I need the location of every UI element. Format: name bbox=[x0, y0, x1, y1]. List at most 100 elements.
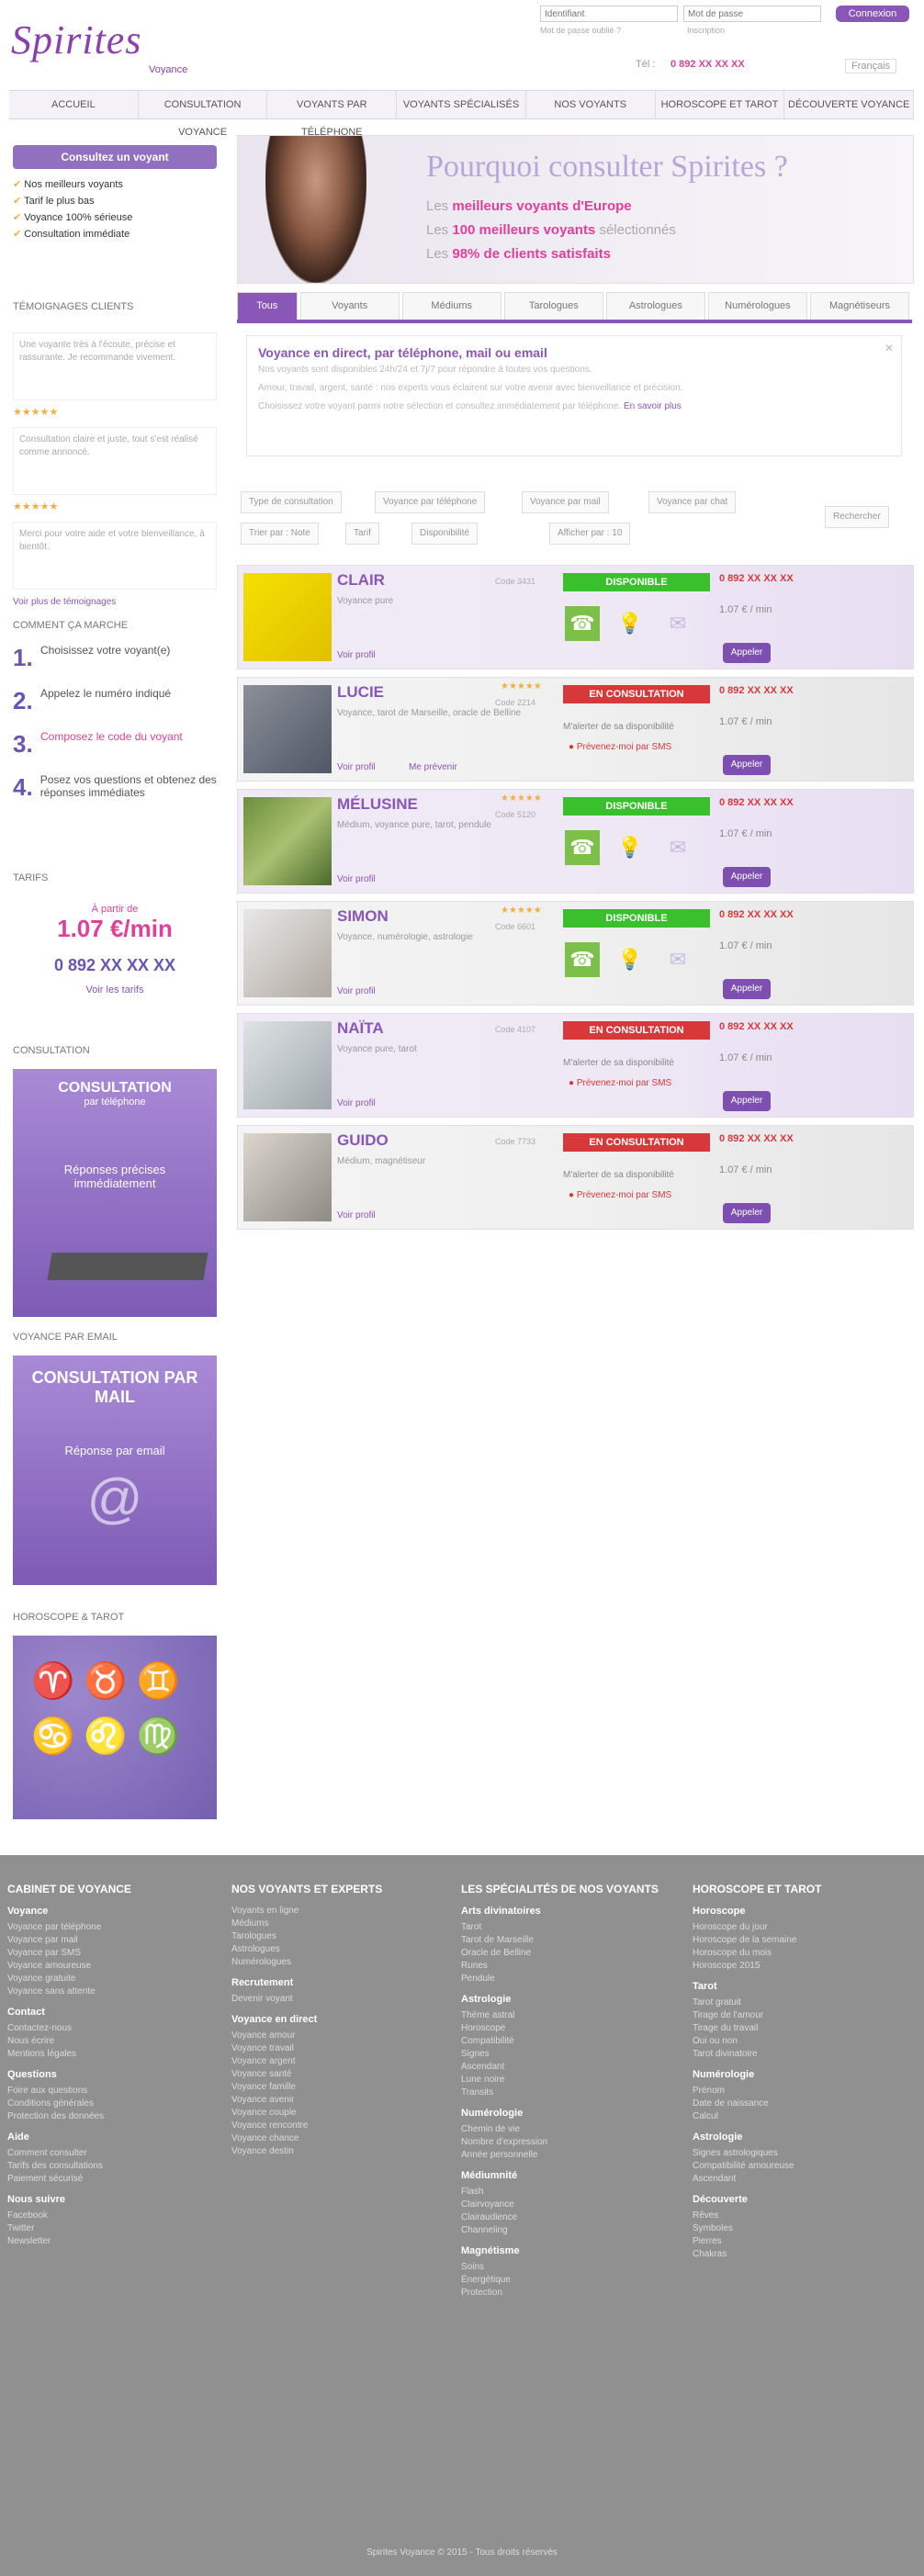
mail-icon[interactable]: ✉ bbox=[660, 830, 695, 865]
intro-more-link[interactable]: En savoir plus bbox=[624, 401, 682, 411]
footer-link[interactable]: Pendule bbox=[461, 1973, 682, 1985]
nav-item[interactable]: Voyants par téléphone bbox=[267, 91, 398, 138]
logo[interactable]: Spirites Voyance bbox=[11, 17, 204, 81]
footer-link[interactable]: Ascendant bbox=[461, 2061, 682, 2074]
footer-link[interactable]: Voyance amour bbox=[231, 2030, 452, 2042]
footer-link[interactable]: Voyance avenir bbox=[231, 2094, 452, 2107]
footer-link[interactable]: Tarot divinatoire bbox=[693, 2048, 913, 2061]
footer-link[interactable]: Tirage du travail bbox=[693, 2022, 913, 2035]
seer-photo[interactable] bbox=[243, 1021, 332, 1109]
sms-alert-link[interactable]: ● Prévenez-moi par SMS bbox=[569, 1190, 671, 1200]
tab-all[interactable]: Tous bbox=[237, 292, 298, 320]
footer-link[interactable]: Clairvoyance bbox=[461, 2199, 682, 2211]
filter-mail[interactable]: Voyance par mail bbox=[522, 491, 609, 513]
footer-link[interactable]: Calcul bbox=[693, 2110, 913, 2123]
footer-link[interactable]: Astrologues bbox=[231, 1943, 452, 1956]
tarif-phone[interactable]: 0 892 XX XX XX bbox=[13, 956, 217, 975]
call-button[interactable]: Appeler bbox=[723, 1203, 771, 1223]
footer-link[interactable]: Flash bbox=[461, 2186, 682, 2199]
per-page-select[interactable]: Afficher par : 10 bbox=[549, 523, 631, 545]
mail-icon[interactable]: ✉ bbox=[660, 942, 695, 977]
seer-photo[interactable] bbox=[243, 797, 332, 885]
footer-link[interactable]: Oracle de Belline bbox=[461, 1947, 682, 1960]
footer-link[interactable]: Voyance par SMS bbox=[7, 1947, 228, 1960]
footer-link[interactable]: Oui ou non bbox=[693, 2035, 913, 2048]
seer-name[interactable]: GUIDO bbox=[337, 1131, 389, 1150]
sms-alert-link[interactable]: ● Prévenez-moi par SMS bbox=[569, 742, 671, 752]
mail-icon[interactable]: ✉ bbox=[660, 606, 695, 641]
nav-item[interactable]: Voyants spécialisés bbox=[397, 91, 526, 118]
phone-consult-banner[interactable]: Consultation par téléphone Réponses préc… bbox=[13, 1069, 217, 1317]
sort-tarif[interactable]: Tarif bbox=[345, 523, 379, 545]
footer-link[interactable]: Année personnelle bbox=[461, 2149, 682, 2162]
login-button[interactable]: Connexion bbox=[836, 6, 909, 22]
tab-astrologues[interactable]: Astrologues bbox=[605, 292, 705, 320]
footer-link[interactable]: Tarot gratuit bbox=[693, 1997, 913, 2009]
footer-link[interactable]: Date de naissance bbox=[693, 2098, 913, 2110]
password-input[interactable] bbox=[683, 6, 821, 22]
seer-photo[interactable] bbox=[243, 1133, 332, 1221]
footer-link[interactable]: Voyance sans attente bbox=[7, 1985, 228, 1998]
footer-link[interactable]: Mentions légales bbox=[7, 2048, 228, 2061]
lightbulb-icon[interactable]: 💡 bbox=[613, 830, 648, 865]
footer-link[interactable]: Foire aux questions bbox=[7, 2085, 228, 2098]
footer-link[interactable]: Tarifs des consultations bbox=[7, 2160, 228, 2173]
nav-item[interactable]: Horoscope et tarot bbox=[656, 91, 785, 118]
call-button[interactable]: Appeler bbox=[723, 867, 771, 887]
footer-link[interactable]: Voyance par téléphone bbox=[7, 1921, 228, 1934]
footer-link[interactable]: Contactez-nous bbox=[7, 2022, 228, 2035]
footer-link[interactable]: Paiement sécurisé bbox=[7, 2173, 228, 2186]
footer-link[interactable]: Soins bbox=[461, 2261, 682, 2274]
footer-link[interactable]: Horoscope bbox=[461, 2022, 682, 2035]
footer-link[interactable]: Rêves bbox=[693, 2210, 913, 2222]
footer-link[interactable]: Voyance famille bbox=[231, 2081, 452, 2094]
footer-link[interactable]: Tarologues bbox=[231, 1930, 452, 1943]
nav-item[interactable]: Accueil bbox=[9, 91, 139, 118]
mail-consult-banner[interactable]: Consultation par mail Réponse par email … bbox=[13, 1355, 217, 1585]
footer-link[interactable]: Comment consulter bbox=[7, 2147, 228, 2160]
tab-voyants[interactable]: Voyants bbox=[299, 292, 400, 320]
lightbulb-icon[interactable]: 💡 bbox=[613, 942, 648, 977]
filter-phone[interactable]: Voyance par téléphone bbox=[375, 491, 486, 513]
sort-availability[interactable]: Disponibilité bbox=[411, 523, 478, 545]
footer-link[interactable]: Voyance par mail bbox=[7, 1934, 228, 1947]
footer-link[interactable]: Médiums bbox=[231, 1918, 452, 1930]
seer-profile-link[interactable]: Voir profil bbox=[337, 762, 376, 772]
tarif-link[interactable]: Voir les tarifs bbox=[13, 984, 217, 996]
call-button[interactable]: Appeler bbox=[723, 643, 771, 663]
seer-name[interactable]: MÉLUSINE bbox=[337, 795, 418, 814]
availability-alert-link[interactable]: M'alerter de sa disponibilité bbox=[563, 722, 674, 732]
lightbulb-icon[interactable]: 💡 bbox=[613, 606, 648, 641]
call-button[interactable]: Appeler bbox=[723, 979, 771, 999]
seer-photo[interactable] bbox=[243, 685, 332, 773]
footer-link[interactable]: Nombre d'expression bbox=[461, 2136, 682, 2149]
footer-link[interactable]: Voyance argent bbox=[231, 2055, 452, 2068]
footer-link[interactable]: Numérologues bbox=[231, 1956, 452, 1969]
footer-link[interactable]: Compatibilité amoureuse bbox=[693, 2160, 913, 2173]
login-input[interactable] bbox=[540, 6, 678, 22]
footer-link[interactable]: Signes astrologiques bbox=[693, 2147, 913, 2160]
search-button[interactable]: Rechercher bbox=[825, 506, 889, 528]
footer-link[interactable]: Tarot de Marseille bbox=[461, 1934, 682, 1947]
footer-link[interactable]: Channeling bbox=[461, 2224, 682, 2237]
testimonials-more-link[interactable]: Voir plus de témoignages bbox=[13, 597, 217, 607]
footer-link[interactable]: Transits bbox=[461, 2087, 682, 2099]
nav-item[interactable]: Nos voyants bbox=[526, 91, 656, 118]
phone-icon[interactable]: ☎ bbox=[565, 830, 600, 865]
footer-link[interactable]: Signes bbox=[461, 2048, 682, 2061]
footer-link[interactable]: Horoscope du jour bbox=[693, 1921, 913, 1934]
register-link[interactable]: Inscription bbox=[687, 26, 725, 35]
footer-link[interactable]: Voyants en ligne bbox=[231, 1905, 452, 1918]
footer-link[interactable]: Ascendant bbox=[693, 2173, 913, 2186]
language-select[interactable]: Français bbox=[845, 59, 897, 73]
seer-notify-link[interactable]: Me prévenir bbox=[409, 762, 457, 772]
seer-profile-link[interactable]: Voir profil bbox=[337, 1210, 376, 1221]
footer-link[interactable]: Thème astral bbox=[461, 2009, 682, 2022]
horoscope-banner[interactable]: ♈♉♊ ♋♌♍ bbox=[13, 1636, 217, 1819]
footer-link[interactable]: Pierres bbox=[693, 2235, 913, 2248]
seer-name[interactable]: SIMON bbox=[337, 907, 389, 926]
nav-item[interactable]: Consultation voyance bbox=[139, 91, 268, 138]
filter-type[interactable]: Type de consultation bbox=[241, 491, 342, 513]
seer-name[interactable]: NAÏTA bbox=[337, 1019, 384, 1038]
footer-link[interactable]: Voyance amoureuse bbox=[7, 1960, 228, 1973]
